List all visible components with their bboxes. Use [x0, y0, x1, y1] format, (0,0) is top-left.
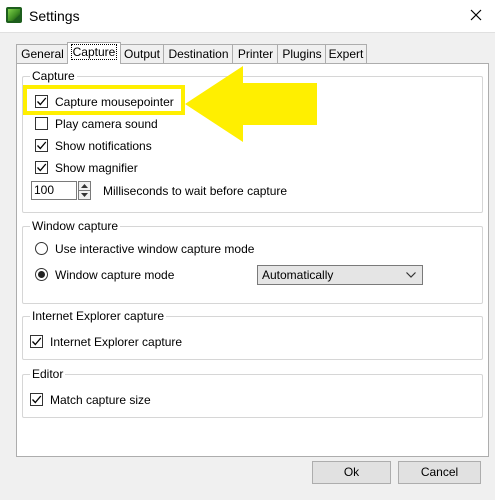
- checkbox-box[interactable]: [35, 117, 48, 130]
- group-title: Window capture: [30, 219, 121, 233]
- title-bar: Settings: [0, 0, 495, 33]
- radio-button[interactable]: [35, 268, 48, 281]
- tab-label: General: [21, 47, 64, 61]
- chevron-down-icon: [406, 272, 416, 278]
- radio-button[interactable]: [35, 242, 48, 255]
- checkbox-box[interactable]: [35, 139, 48, 152]
- greenshot-icon: [6, 7, 22, 23]
- checkmark-icon: [32, 337, 42, 346]
- spin-down-button[interactable]: [79, 191, 90, 199]
- yellow-arrow-icon: [185, 66, 317, 142]
- window-title: Settings: [29, 8, 80, 24]
- group-title: Capture: [30, 69, 77, 83]
- spin-up-button[interactable]: [79, 182, 90, 191]
- tab-capture[interactable]: Capture: [67, 42, 121, 64]
- ok-button[interactable]: Ok: [312, 461, 391, 484]
- checkbox-box[interactable]: [35, 161, 48, 174]
- tab-destination[interactable]: Destination: [163, 44, 234, 63]
- tab-printer[interactable]: Printer: [232, 44, 279, 63]
- tab-label: Destination: [168, 47, 229, 61]
- checkbox-label: Match capture size: [50, 393, 151, 407]
- chevron-down-icon: [81, 193, 88, 197]
- tab-plugins[interactable]: Plugins: [277, 44, 327, 63]
- tab-output[interactable]: Output: [119, 44, 165, 63]
- checkmark-icon: [32, 395, 42, 404]
- checkbox-label: Show notifications: [55, 139, 152, 153]
- chevron-up-icon: [81, 184, 88, 188]
- checkbox-box[interactable]: [30, 335, 43, 348]
- radio-label: Window capture mode: [55, 268, 175, 282]
- radio-dot: [38, 271, 45, 278]
- radio-label: Use interactive window capture mode: [55, 242, 255, 256]
- checkmark-icon: [37, 141, 47, 150]
- window-capture-mode-select[interactable]: Automatically: [257, 265, 423, 285]
- close-button[interactable]: [458, 0, 494, 31]
- tab-expert[interactable]: Expert: [325, 44, 367, 63]
- tab-label: Printer: [237, 47, 274, 61]
- checkbox-box[interactable]: [30, 393, 43, 406]
- cancel-button[interactable]: Cancel: [398, 461, 481, 484]
- wait-time-input[interactable]: 100: [31, 181, 77, 200]
- close-icon: [470, 9, 482, 21]
- checkbox-label: Play camera sound: [55, 117, 158, 131]
- checkmark-icon: [37, 163, 47, 172]
- spinner-buttons: [78, 181, 91, 200]
- highlight-box: [23, 85, 185, 115]
- checkbox-label: Internet Explorer capture: [50, 335, 183, 349]
- tab-label: Output: [123, 47, 161, 61]
- group-title: Editor: [30, 367, 66, 381]
- checkbox-label: Show magnifier: [55, 161, 138, 175]
- tab-label: Plugins: [282, 47, 322, 61]
- label-text: Milliseconds to wait before capture: [103, 184, 288, 198]
- tab-label: Capture: [70, 44, 118, 60]
- tab-label: Expert: [328, 47, 364, 61]
- tab-general[interactable]: General: [16, 44, 69, 63]
- group-title: Internet Explorer capture: [30, 309, 167, 323]
- select-value: Automatically: [262, 268, 334, 282]
